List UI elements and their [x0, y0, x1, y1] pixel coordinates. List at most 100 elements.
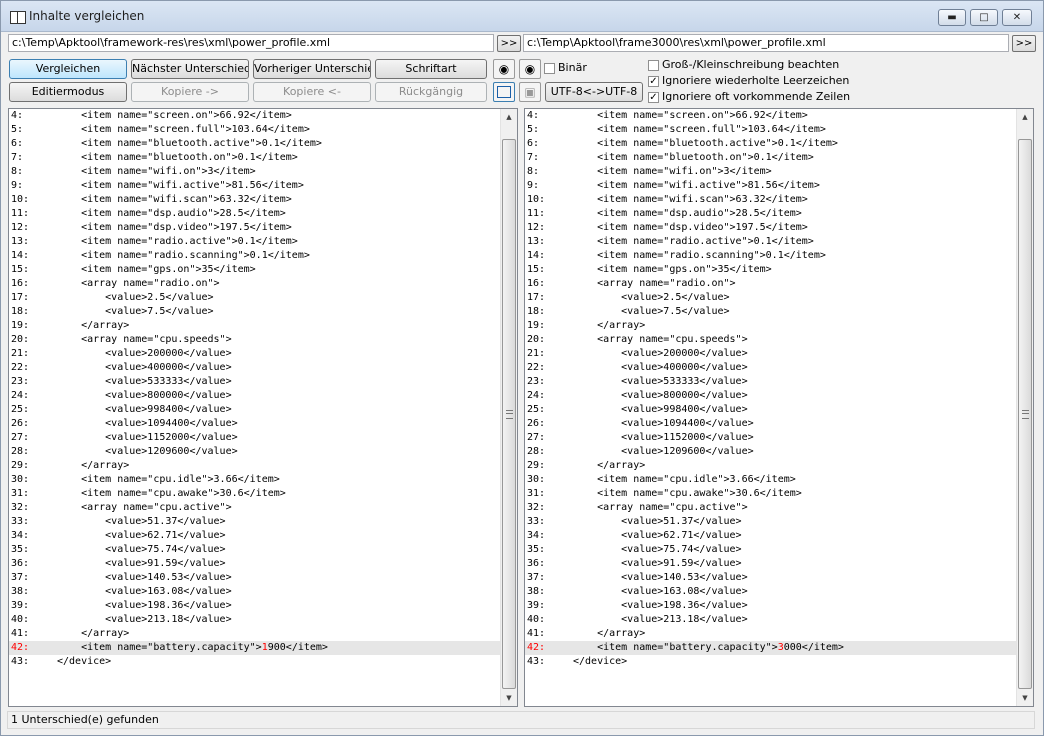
code-line: 33: <value>51.37</value> — [9, 515, 500, 529]
line-number: 19: — [11, 320, 30, 331]
code-line: 23: <value>533333</value> — [9, 375, 500, 389]
line-text: <item name="gps.on">35</item> — [57, 264, 256, 275]
code-line: 11: <item name="dsp.audio">28.5</item> — [9, 207, 500, 221]
grip-icon — [506, 410, 513, 419]
line-text: <item name="screen.full">103.64</item> — [573, 124, 826, 135]
view-toggle-button[interactable] — [493, 82, 515, 102]
line-number: 12: — [527, 222, 546, 233]
line-number: 16: — [527, 278, 546, 289]
line-number: 35: — [11, 544, 30, 555]
line-text: <value>533333</value> — [57, 376, 232, 387]
font-button[interactable]: Schriftart — [375, 59, 487, 79]
encoding-button[interactable]: UTF-8<->UTF-8 — [545, 82, 643, 102]
line-number: 8: — [11, 166, 24, 177]
line-number: 28: — [11, 446, 30, 457]
line-number: 35: — [527, 544, 546, 555]
code-line: 18: <value>7.5</value> — [525, 305, 1016, 319]
line-number: 4: — [527, 110, 540, 121]
next-difference-button[interactable]: Nächster Unterschied — [131, 59, 249, 79]
scroll-down-icon[interactable]: ▼ — [1017, 690, 1033, 706]
left-file-path[interactable]: c:\Temp\Apktool\framework-res\res\xml\po… — [8, 34, 494, 52]
undo-button[interactable]: Rückgängig — [375, 82, 487, 102]
previous-difference-button[interactable]: Vorheriger Unterschied — [253, 59, 371, 79]
ignore-repeated-spaces-option[interactable]: ✓ Ignoriere wiederholte Leerzeichen — [648, 74, 849, 88]
code-line: 38: <value>163.08</value> — [9, 585, 500, 599]
copy-right-button[interactable]: Kopiere -> — [131, 82, 249, 102]
line-text: <value>62.71</value> — [573, 530, 742, 541]
code-line: 8: <item name="wifi.on">3</item> — [525, 165, 1016, 179]
line-number: 29: — [11, 460, 30, 471]
code-line: 28: <value>1209600</value> — [525, 445, 1016, 459]
binary-option[interactable]: Binär — [544, 61, 587, 75]
line-number: 40: — [11, 614, 30, 625]
case-sensitive-checkbox[interactable] — [648, 59, 659, 71]
code-line: 12: <item name="dsp.video">197.5</item> — [9, 221, 500, 235]
code-line: 7: <item name="bluetooth.on">0.1</item> — [525, 151, 1016, 165]
right-text-pane[interactable]: 4: <item name="screen.on">66.92</item> 5:… — [524, 108, 1034, 707]
line-text: <array name="cpu.active"> — [573, 502, 748, 513]
right-browse-button[interactable]: >> — [1012, 35, 1036, 52]
line-number: 6: — [527, 138, 540, 149]
ignore-repeated-spaces-checkbox[interactable]: ✓ — [648, 75, 659, 87]
line-number: 41: — [11, 628, 30, 639]
find-left-button[interactable]: ◉ — [493, 59, 515, 79]
code-line: 17: <value>2.5</value> — [9, 291, 500, 305]
left-scroll-thumb[interactable] — [502, 139, 516, 689]
scroll-down-icon[interactable]: ▼ — [501, 690, 517, 706]
line-number: 15: — [11, 264, 30, 275]
line-number: 38: — [11, 586, 30, 597]
line-text: <array name="cpu.active"> — [57, 502, 232, 513]
ignore-frequent-lines-checkbox[interactable]: ✓ — [648, 91, 659, 103]
ignore-repeated-spaces-label: Ignoriere wiederholte Leerzeichen — [662, 74, 850, 87]
line-number: 21: — [527, 348, 546, 359]
grip-icon — [1022, 410, 1029, 419]
minimize-button[interactable]: ▬ — [938, 9, 966, 26]
right-scroll-thumb[interactable] — [1018, 139, 1032, 689]
compare-button[interactable]: Vergleichen — [9, 59, 127, 79]
edit-mode-button[interactable]: Editiermodus — [9, 82, 127, 102]
line-text: <item name="bluetooth.on">0.1</item> — [573, 152, 814, 163]
line-number: 14: — [527, 250, 546, 261]
line-text: <item name="bluetooth.active">0.1</item> — [57, 138, 322, 149]
right-scrollbar[interactable]: ▲ ▼ — [1016, 109, 1033, 706]
line-number: 42: — [11, 642, 30, 653]
line-text: <value>1094400</value> — [573, 418, 754, 429]
code-line: 21: <value>200000</value> — [525, 347, 1016, 361]
line-text: <value>800000</value> — [57, 390, 232, 401]
scroll-up-icon[interactable]: ▲ — [501, 109, 517, 125]
right-file-path[interactable]: c:\Temp\Apktool\frame3000\res\xml\power_… — [523, 34, 1009, 52]
scroll-up-icon[interactable]: ▲ — [1017, 109, 1033, 125]
line-number: 37: — [11, 572, 30, 583]
save-button[interactable]: ▣ — [519, 82, 541, 102]
code-line: 42: <item name="battery.capacity">1900</… — [9, 641, 500, 655]
line-number: 36: — [527, 558, 546, 569]
code-line: 16: <array name="radio.on"> — [525, 277, 1016, 291]
left-scrollbar[interactable]: ▲ ▼ — [500, 109, 517, 706]
line-text: <value>200000</value> — [57, 348, 232, 359]
code-line: 32: <array name="cpu.active"> — [525, 501, 1016, 515]
line-number: 39: — [11, 600, 30, 611]
code-line: 23: <value>533333</value> — [525, 375, 1016, 389]
find-right-button[interactable]: ◉ — [519, 59, 541, 79]
line-text: <array name="radio.on"> — [573, 278, 736, 289]
code-line: 15: <item name="gps.on">35</item> — [9, 263, 500, 277]
code-line: 20: <array name="cpu.speeds"> — [9, 333, 500, 347]
line-number: 15: — [527, 264, 546, 275]
close-button[interactable]: ✕ — [1002, 9, 1032, 26]
case-sensitive-option[interactable]: Groß-/Kleinschreibung beachten — [648, 58, 839, 72]
line-number: 30: — [527, 474, 546, 485]
code-line: 22: <value>400000</value> — [525, 361, 1016, 375]
line-number: 32: — [11, 502, 30, 513]
ignore-frequent-lines-option[interactable]: ✓ Ignoriere oft vorkommende Zeilen — [648, 90, 850, 104]
code-line: 4: <item name="screen.on">66.92</item> — [525, 109, 1016, 123]
copy-left-button[interactable]: Kopiere <- — [253, 82, 371, 102]
maximize-button[interactable]: □ — [970, 9, 998, 26]
code-line: 6: <item name="bluetooth.active">0.1</it… — [525, 137, 1016, 151]
line-text: <item name="radio.active">0.1</item> — [573, 236, 814, 247]
left-browse-button[interactable]: >> — [497, 35, 521, 52]
left-text-pane[interactable]: 4: <item name="screen.on">66.92</item> 5:… — [8, 108, 518, 707]
line-number: 23: — [11, 376, 30, 387]
line-number: 24: — [527, 390, 546, 401]
binary-checkbox[interactable] — [544, 62, 555, 74]
code-line: 13: <item name="radio.active">0.1</item> — [525, 235, 1016, 249]
